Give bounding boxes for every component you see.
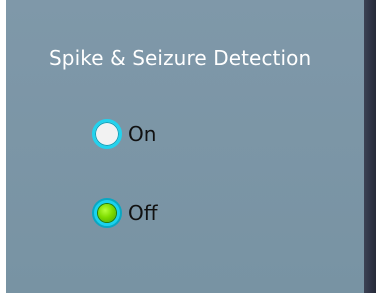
radio-option-off[interactable]: Off	[92, 198, 158, 228]
radio-label-on: On	[128, 122, 157, 146]
radio-button-off-selected-icon[interactable]	[92, 198, 122, 228]
window-right-border	[364, 0, 376, 293]
radio-button-on-unselected-icon[interactable]	[92, 119, 122, 149]
radio-selected-dot-icon	[98, 204, 116, 222]
section-title: Spike & Seizure Detection	[49, 46, 312, 70]
detection-panel: Spike & Seizure Detection On Off	[6, 0, 364, 293]
radio-label-off: Off	[128, 201, 158, 225]
bottom-margin	[0, 293, 376, 305]
radio-option-on[interactable]: On	[92, 119, 156, 149]
